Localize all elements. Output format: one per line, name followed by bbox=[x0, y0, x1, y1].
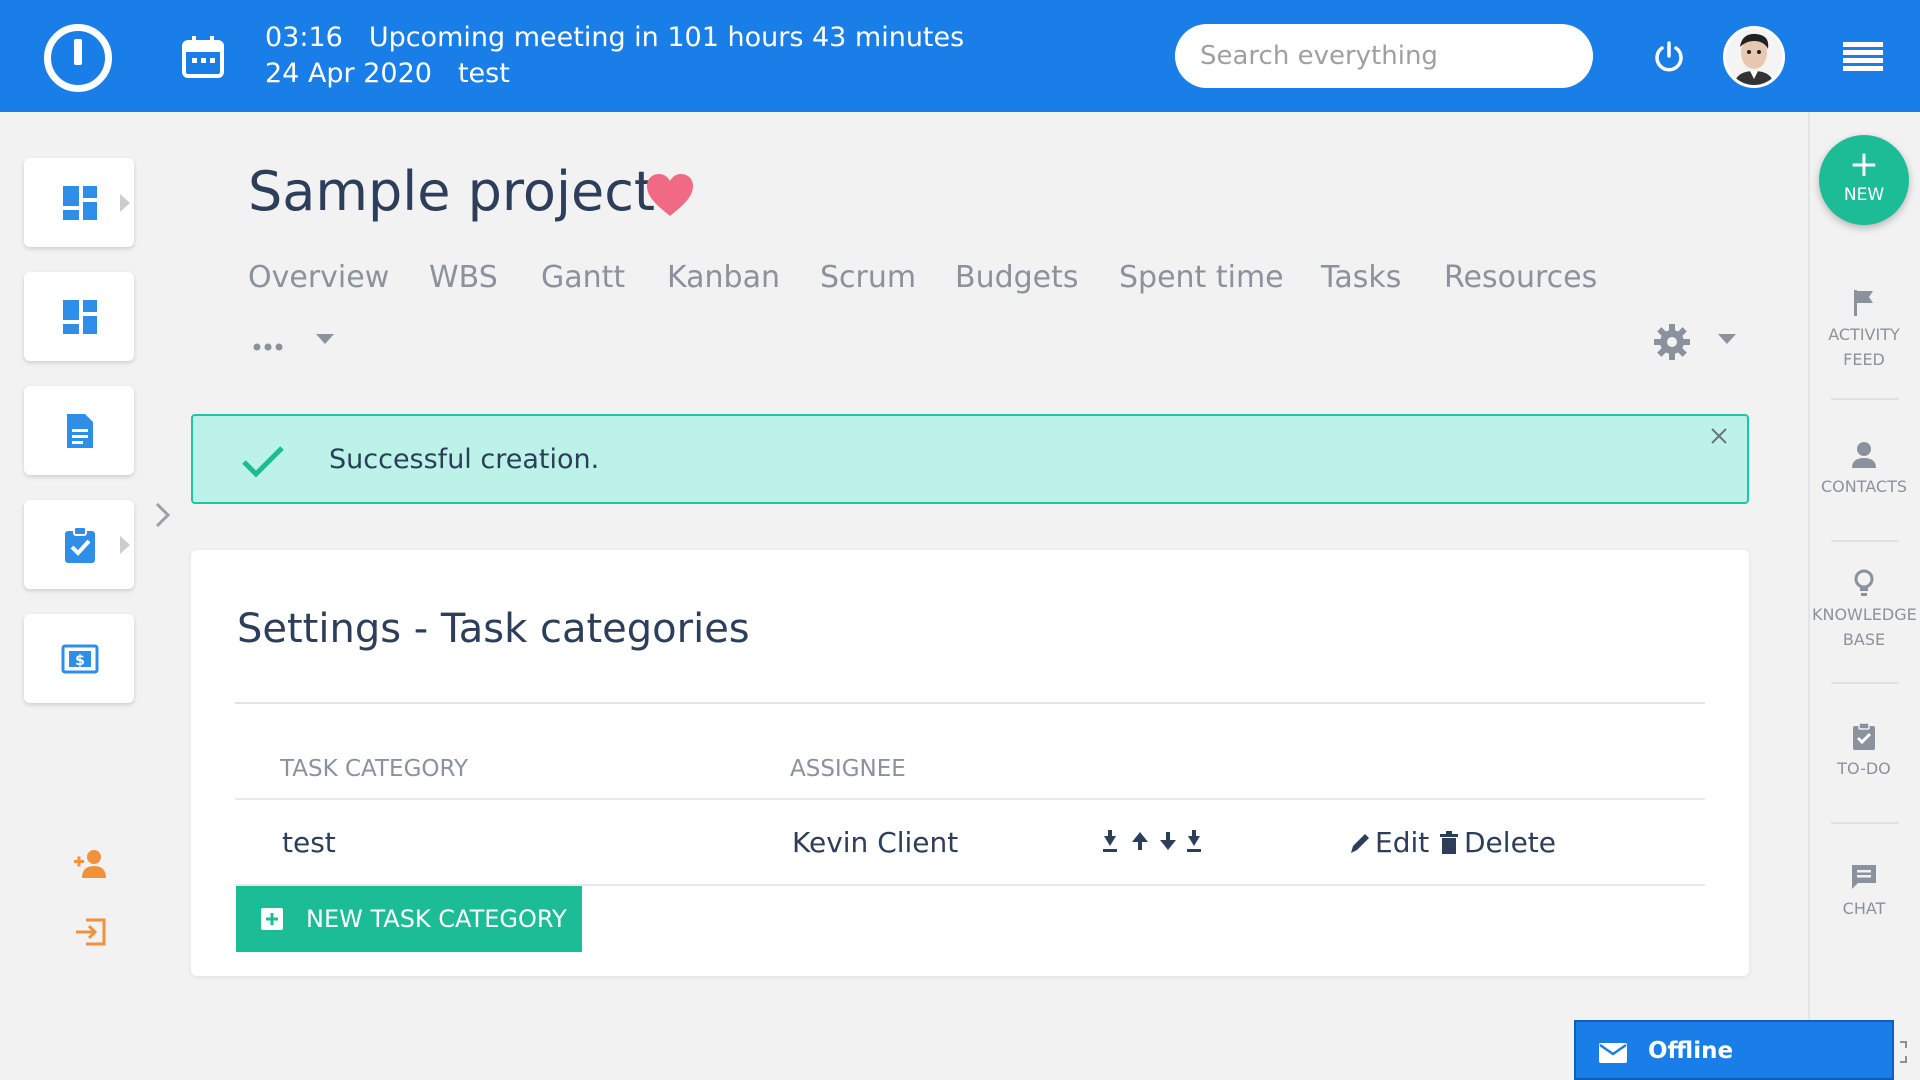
assignee-cell: Kevin Client bbox=[792, 826, 959, 859]
contacts-label: Contacts bbox=[1820, 477, 1908, 496]
move-to-bottom-icon[interactable] bbox=[1187, 830, 1201, 852]
tab-tasks[interactable]: Tasks bbox=[1321, 260, 1401, 295]
tab-scrum[interactable]: Scrum bbox=[820, 260, 916, 295]
edit-button[interactable]: Edit bbox=[1349, 826, 1429, 859]
clipboard-check-icon bbox=[65, 526, 95, 563]
svg-text:$: $ bbox=[75, 653, 85, 669]
caret-down-icon[interactable] bbox=[316, 334, 334, 344]
flash-message: Successful creation. bbox=[329, 444, 600, 475]
heart-icon[interactable] bbox=[645, 172, 695, 218]
move-to-top-icon[interactable] bbox=[1103, 830, 1117, 852]
new-task-category-button[interactable]: New task category bbox=[236, 886, 582, 952]
tab-overview[interactable]: Overview bbox=[248, 260, 389, 295]
current-time: 03:16 bbox=[265, 22, 343, 53]
pencil-icon bbox=[1351, 833, 1369, 853]
expand-arrow-icon[interactable] bbox=[120, 536, 130, 554]
meeting-name: test bbox=[457, 58, 510, 89]
sidebar-item-project-dashboard[interactable] bbox=[24, 272, 134, 361]
page-title: Sample project bbox=[248, 160, 656, 223]
sidebar-item-to-do[interactable]: To-do bbox=[1808, 722, 1920, 781]
gear-icon[interactable] bbox=[1652, 322, 1692, 362]
tab-kanban[interactable]: Kanban bbox=[667, 260, 780, 295]
add-user-icon[interactable] bbox=[72, 848, 108, 880]
new-task-category-label: New task category bbox=[306, 905, 567, 933]
offline-label: Offline bbox=[1648, 1038, 1734, 1064]
sidebar-item-documents[interactable] bbox=[24, 386, 134, 475]
section-title: Settings - Task categories bbox=[237, 606, 750, 652]
divider bbox=[1831, 822, 1899, 824]
sidebar-item-activity-feed[interactable]: Activity feed bbox=[1808, 288, 1920, 372]
check-icon bbox=[242, 446, 284, 478]
move-up-icon[interactable] bbox=[1132, 832, 1148, 850]
sidebar-item-contacts[interactable]: Contacts bbox=[1808, 440, 1920, 499]
column-header-assignee: Assignee bbox=[790, 756, 906, 782]
search-input[interactable] bbox=[1175, 24, 1593, 88]
close-icon[interactable] bbox=[1709, 426, 1729, 446]
to-do-label: To-do bbox=[1837, 759, 1891, 778]
chat-icon bbox=[1852, 865, 1876, 889]
plus-square-icon bbox=[261, 908, 283, 930]
sidebar-item-knowledge-base[interactable]: Knowledge base bbox=[1808, 568, 1920, 652]
expand-arrow-icon[interactable] bbox=[120, 194, 130, 212]
lightbulb-icon bbox=[1854, 569, 1874, 596]
divider bbox=[235, 702, 1705, 704]
plus-icon: + bbox=[1848, 144, 1880, 185]
top-bar: 03:16 Upcoming meeting in 101 hours 43 mi… bbox=[0, 0, 1920, 112]
tab-resources[interactable]: Resources bbox=[1444, 260, 1597, 295]
chat-label: Chat bbox=[1842, 899, 1886, 918]
sidebar-item-chat[interactable]: Chat bbox=[1808, 862, 1920, 921]
more-tabs-icon[interactable] bbox=[252, 340, 286, 354]
divider bbox=[1831, 540, 1899, 542]
offline-chat-button[interactable]: Offline bbox=[1574, 1020, 1894, 1080]
sidebar-item-dashboard[interactable] bbox=[24, 158, 134, 247]
tab-gantt[interactable]: Gantt bbox=[541, 260, 625, 295]
sidebar-item-tasks[interactable] bbox=[24, 500, 134, 589]
delete-button[interactable]: Delete bbox=[1438, 826, 1556, 859]
tab-budgets[interactable]: Budgets bbox=[955, 260, 1079, 295]
caret-down-icon[interactable] bbox=[1718, 334, 1736, 344]
column-header-task-category: Task category bbox=[280, 756, 469, 782]
dashboard-icon bbox=[63, 186, 97, 220]
money-icon: $ bbox=[61, 644, 99, 674]
current-date: 24 Apr 2020 bbox=[265, 58, 432, 89]
user-avatar[interactable] bbox=[1723, 26, 1785, 88]
hamburger-menu-icon[interactable] bbox=[1843, 42, 1883, 72]
app-logo-icon[interactable] bbox=[44, 24, 112, 92]
reorder-icons bbox=[1103, 830, 1201, 852]
divider bbox=[1831, 682, 1899, 684]
meeting-countdown: Upcoming meeting in 101 hours 43 minutes bbox=[368, 22, 965, 53]
knowledge-base-label: Knowledge base bbox=[1812, 605, 1917, 649]
tab-spent-time[interactable]: Spent time bbox=[1119, 260, 1284, 295]
meeting-info[interactable]: 03:16 Upcoming meeting in 101 hours 43 mi… bbox=[265, 20, 964, 92]
document-icon bbox=[67, 414, 93, 448]
delete-label: Delete bbox=[1464, 826, 1556, 859]
new-label: NEW bbox=[1843, 185, 1885, 205]
sidebar-item-budgets[interactable]: $ bbox=[24, 614, 134, 703]
trash-icon bbox=[1440, 830, 1458, 854]
chevron-right-icon[interactable] bbox=[152, 500, 174, 530]
success-flash: Successful creation. bbox=[191, 414, 1749, 504]
divider bbox=[1831, 398, 1899, 400]
new-button[interactable]: + NEW bbox=[1819, 135, 1909, 225]
dashboard-icon bbox=[63, 300, 97, 334]
sign-in-icon[interactable] bbox=[74, 916, 110, 948]
divider bbox=[235, 798, 1705, 800]
flag-icon bbox=[1854, 290, 1873, 316]
resize-handle-icon[interactable] bbox=[1898, 1040, 1912, 1064]
settings-panel: Settings - Task categories Task category… bbox=[191, 550, 1749, 976]
calendar-icon[interactable] bbox=[182, 36, 224, 78]
envelope-icon bbox=[1599, 1043, 1627, 1063]
power-icon[interactable] bbox=[1652, 40, 1686, 74]
move-down-icon[interactable] bbox=[1160, 832, 1176, 850]
task-category-cell: test bbox=[282, 826, 336, 859]
activity-feed-label: Activity feed bbox=[1828, 325, 1900, 369]
edit-label: Edit bbox=[1375, 826, 1430, 859]
tab-wbs[interactable]: WBS bbox=[429, 260, 498, 295]
clipboard-check-icon bbox=[1853, 722, 1875, 750]
person-icon bbox=[1852, 442, 1876, 468]
